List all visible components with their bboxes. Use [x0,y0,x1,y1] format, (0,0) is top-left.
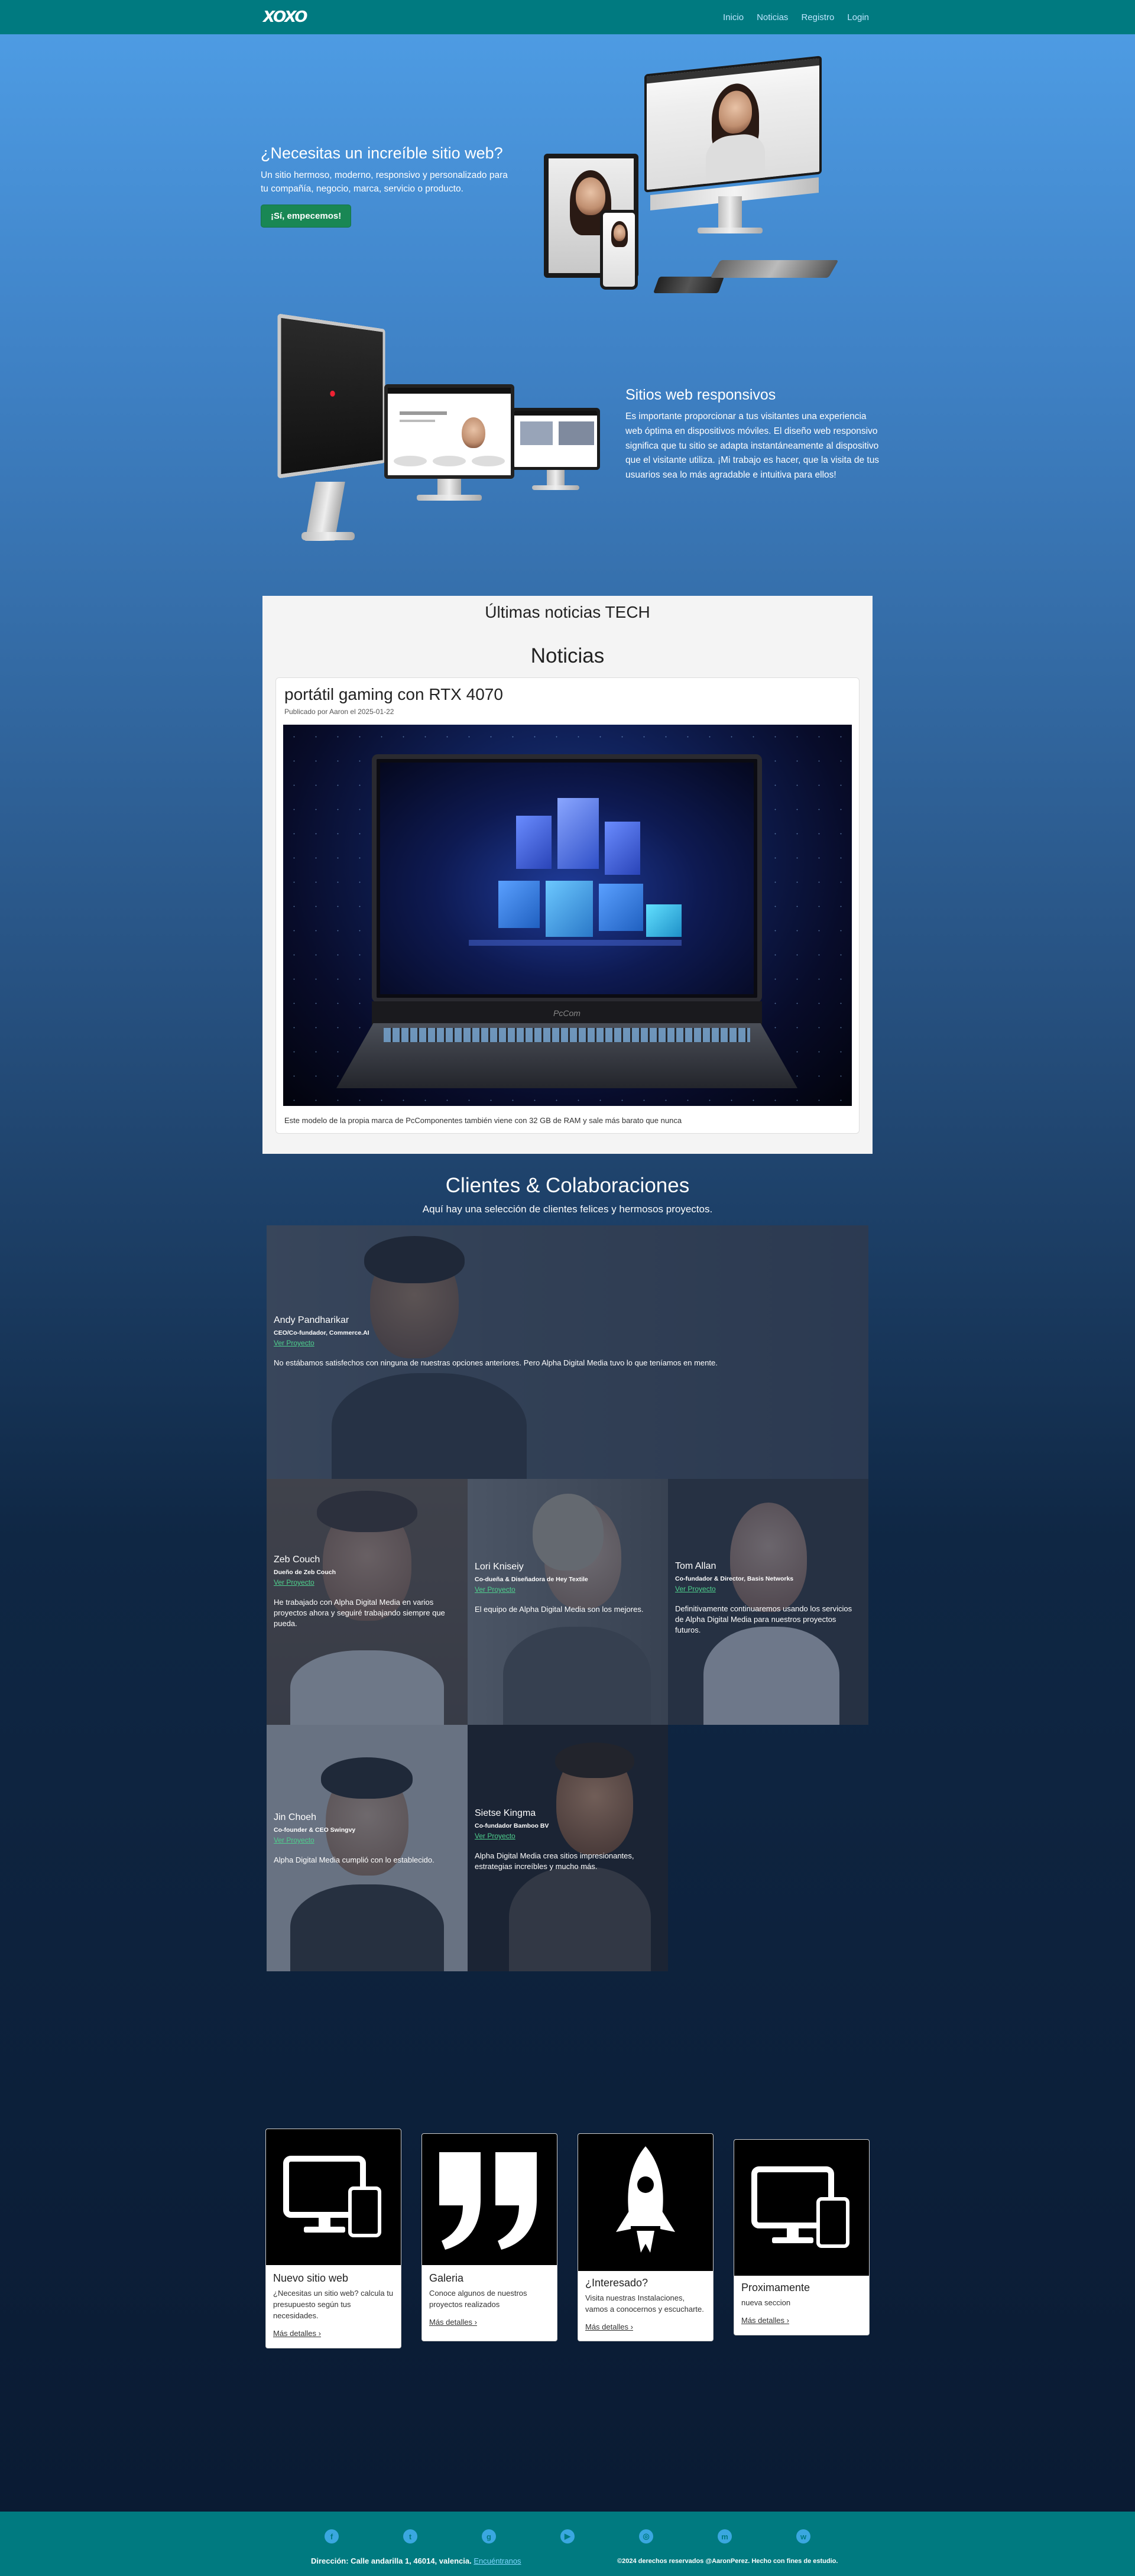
feature-text: Conoce algunos de nuestros proyectos rea… [429,2289,527,2309]
responsive-title: Sitios web responsivos [625,387,776,403]
instagram-icon[interactable]: ◎ [639,2529,653,2543]
testimonial-role: Co-fundador & Director, Basis Networks [675,1575,794,1582]
testimonial-card: Lori Kniseiy Co-dueña & Diseñadora de He… [468,1479,668,1725]
testimonial-quote: He trabajado con Alpha Digital Media en … [274,1598,445,1628]
nav-link-inicio[interactable]: Inicio [723,12,744,22]
view-project-link[interactable]: Ver Proyecto [475,1832,661,1840]
view-project-link[interactable]: Ver Proyecto [274,1339,861,1347]
monitor-2 [384,384,514,479]
feature-card-coming-soon[interactable]: Proximamente nueva seccion Más detalles … [734,2139,870,2335]
testimonial-name: Tom Allan [675,1561,716,1571]
feature-card-new-site[interactable]: Nuevo sitio web ¿Necesitas un sitio web?… [265,2129,401,2348]
article-image: PcCom [283,725,852,1106]
nav-link-registro[interactable]: Registro [801,12,834,22]
twitter-icon[interactable]: t [403,2529,417,2543]
hero-section: ¿Necesitas un increíble sitio web? Un si… [261,144,509,228]
nav-links: Inicio Noticias Registro Login [723,12,869,22]
feature-text: ¿Necesitas un sitio web? calcula tu pres… [273,2289,394,2320]
nav-link-login[interactable]: Login [847,12,869,22]
feature-text: nueva seccion [741,2298,791,2307]
testimonial-card: Jin Choeh Co-founder & CEO Swingvy Ver P… [267,1725,468,1971]
testimonial-role: Co-dueña & Diseñadora de Hey Textile [475,1576,588,1583]
nav-link-noticias[interactable]: Noticias [757,12,788,22]
testimonial-card: Tom Allan Co-fundador & Director, Basis … [668,1479,868,1725]
facebook-icon[interactable]: f [325,2529,339,2543]
testimonial-role: Co-fundador Bamboo BV [475,1822,549,1829]
desktop-monitor [644,56,822,193]
testimonial-name: Lori Kniseiy [475,1562,524,1572]
feature-title: ¿Interesado? [585,2277,648,2289]
hero-text: Un sitio hermoso, moderno, responsivo y … [261,170,508,194]
clients-title: Clientes & Colaboraciones [445,1174,690,1197]
feature-title: Galeria [429,2272,464,2284]
feature-card-interested[interactable]: ¿Interesado? Visita nuestras Instalacion… [578,2133,714,2341]
article-meta: Publicado por Aaron el 2025-01-22 [284,708,394,716]
view-project-link[interactable]: Ver Proyecto [675,1585,861,1593]
news-panel: Últimas noticias TECH Noticias portátil … [262,596,873,1154]
article-title[interactable]: portátil gaming con RTX 4070 [284,685,852,704]
testimonial-quote: Definitivamente continuaremos usando los… [675,1604,852,1635]
clients-subtitle: Aquí hay una selección de clientes felic… [422,1203,713,1215]
responsive-devices-illustration [260,310,615,570]
monitor-3 [511,408,600,470]
quote-icon [422,2134,557,2265]
responsive-text: Es importante proporcionar a tus visitan… [625,411,880,481]
social-links: f t g ▶ ◎ m w [0,2529,1135,2543]
devices-illustration [520,56,863,307]
hero-title: ¿Necesitas un increíble sitio web? [261,144,503,162]
responsive-section: Sitios web responsivos Es importante pro… [625,387,880,483]
testimonial-card: Sietse Kingma Co-fundador Bamboo BV Ver … [468,1725,668,1971]
testimonial-quote: Alpha Digital Media crea sitios impresio… [475,1851,634,1871]
view-project-link[interactable]: Ver Proyecto [274,1578,461,1587]
laptop-brand: PcCom [372,1001,762,1025]
messenger-icon[interactable]: m [718,2529,732,2543]
feature-card-gallery[interactable]: Galeria Conoce algunos de nuestros proye… [421,2133,557,2341]
details-link[interactable]: Más detalles › [741,2316,789,2325]
details-link[interactable]: Más detalles › [429,2318,477,2327]
footer-address: Dirección: Calle andarilla 1, 46014, val… [311,2556,521,2565]
testimonial-name: Jin Choeh [274,1812,317,1822]
testimonial-role: CEO/Co-fundador, Commerce.AI [274,1329,369,1336]
address-text: Dirección: Calle andarilla 1, 46014, val… [311,2556,472,2565]
testimonial-quote: El equipo de Alpha Digital Media son los… [475,1605,644,1614]
news-title: Noticias [530,644,605,667]
testimonial-card: Zeb Couch Dueño de Zeb Couch Ver Proyect… [267,1479,468,1725]
footer: f t g ▶ ◎ m w Dirección: Calle andarilla… [0,2512,1135,2576]
testimonial-name: Sietse Kingma [475,1808,536,1818]
view-project-link[interactable]: Ver Proyecto [475,1585,661,1594]
details-link[interactable]: Más detalles › [585,2322,633,2331]
youtube-icon[interactable]: ▶ [560,2529,575,2543]
devices-icon [266,2129,401,2265]
find-us-link[interactable]: Encuéntranos [474,2556,521,2565]
testimonial-name: Zeb Couch [274,1555,320,1565]
testimonial-card: Andy Pandharikar CEO/Co-fundador, Commer… [267,1225,868,1479]
copyright: ©2024 derechos reservados @AaronPerez. H… [617,2558,838,2565]
news-card[interactable]: portátil gaming con RTX 4070 Publicado p… [275,677,860,1134]
testimonial-quote: No estábamos satisfechos con ninguna de … [274,1358,718,1367]
phone [600,210,638,290]
article-description: Este modelo de la propia marca de PcComp… [284,1116,682,1125]
view-project-link[interactable]: Ver Proyecto [274,1836,461,1844]
github-icon[interactable]: g [482,2529,496,2543]
news-subtitle: Últimas noticias TECH [485,603,650,621]
site-logo[interactable]: XOXO [263,8,308,26]
imac-monitor [277,313,385,479]
testimonial-role: Dueño de Zeb Couch [274,1569,336,1576]
details-link[interactable]: Más detalles › [273,2329,321,2338]
start-button[interactable]: ¡Sí, empecemos! [261,204,352,228]
feature-title: Proximamente [741,2282,810,2293]
feature-title: Nuevo sitio web [273,2272,349,2284]
navbar: XOXO Inicio Noticias Registro Login [0,0,1135,34]
testimonial-quote: Alpha Digital Media cumplió con lo estab… [274,1855,434,1864]
feature-text: Visita nuestras Instalaciones, vamos a c… [585,2293,704,2314]
testimonial-role: Co-founder & CEO Swingvy [274,1826,356,1834]
whatsapp-icon[interactable]: w [796,2529,810,2543]
testimonial-name: Andy Pandharikar [274,1315,349,1325]
rocket-icon [578,2134,713,2271]
devices-icon [734,2140,869,2276]
